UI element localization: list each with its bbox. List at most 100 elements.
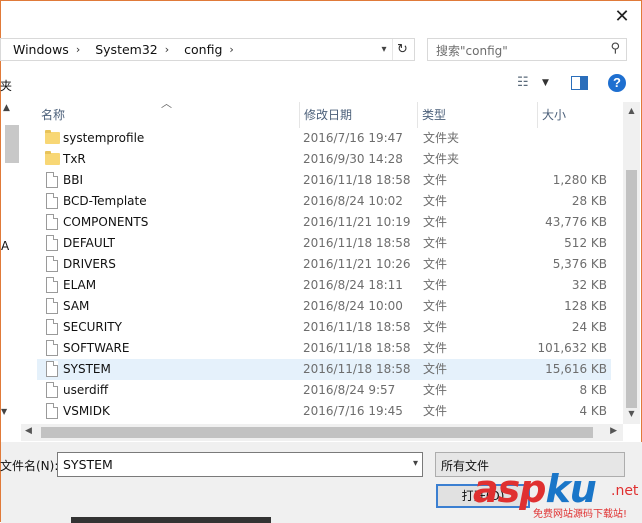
file-name: DEFAULT — [63, 236, 115, 250]
file-type: 文件 — [423, 320, 448, 334]
file-row[interactable]: DRIVERS 2016/11/21 10:26 文件 5,376 KB — [37, 254, 611, 275]
file-row[interactable]: SAM 2016/8/24 10:00 文件 128 KB — [37, 296, 611, 317]
file-name: SOFTWARE — [63, 341, 130, 355]
file-name: TxR — [63, 152, 86, 166]
file-size: 512 KB — [564, 236, 607, 250]
file-name: SYSTEM — [63, 362, 111, 376]
chevron-right-icon[interactable]: › — [162, 43, 172, 56]
file-icon — [46, 235, 58, 251]
file-date: 2016/8/24 10:00 — [303, 299, 403, 313]
file-row[interactable]: ELAM 2016/8/24 18:11 文件 32 KB — [37, 275, 611, 296]
scroll-down-icon[interactable]: ▼ — [623, 409, 640, 418]
file-row[interactable]: userdiff 2016/8/24 9:57 文件 8 KB — [37, 380, 611, 401]
search-icon[interactable]: ⚲ — [610, 41, 620, 56]
address-bar[interactable]: Windows › System32 › config › ▾ ↻ — [0, 38, 415, 61]
nav-scroll-down-icon[interactable]: ▼ — [1, 407, 7, 416]
file-date: 2016/8/24 9:57 — [303, 383, 396, 397]
file-row[interactable]: SOFTWARE 2016/11/18 18:58 文件 101,632 KB — [37, 338, 611, 359]
nav-item-fragment[interactable]: A — [1, 239, 9, 253]
file-icon — [46, 340, 58, 356]
file-size: 4 KB — [579, 404, 607, 418]
file-icon — [46, 319, 58, 335]
vertical-scrollbar-thumb[interactable] — [626, 170, 637, 408]
close-icon[interactable]: ✕ — [609, 5, 635, 29]
background-window-edge — [71, 517, 271, 523]
scroll-up-icon[interactable]: ▲ — [623, 106, 640, 115]
folder-row[interactable]: TxR 2016/9/30 14:28 文件夹 — [37, 149, 611, 170]
column-type[interactable]: 类型 — [417, 102, 537, 128]
folder-icon — [45, 130, 60, 144]
file-icon — [46, 277, 58, 293]
file-date: 2016/11/18 18:58 — [303, 236, 411, 250]
toolbar-new-folder-fragment[interactable]: 夹 — [0, 77, 12, 94]
file-list: ︿ 名称 修改日期 类型 大小 systemprofile 2016/7/16 1… — [21, 102, 623, 424]
file-type: 文件 — [423, 299, 448, 313]
chevron-right-icon[interactable]: › — [73, 43, 83, 56]
file-name: ELAM — [63, 278, 97, 292]
chevron-down-icon[interactable]: ▾ — [376, 39, 392, 60]
file-date: 2016/11/21 10:26 — [303, 257, 411, 271]
folder-row[interactable]: systemprofile 2016/7/16 19:47 文件夹 — [37, 128, 611, 149]
watermark-logo: aspku .net 免费网站源码下载站! — [473, 467, 642, 523]
file-name: SAM — [63, 299, 90, 313]
file-name: userdiff — [63, 383, 109, 397]
file-row[interactable]: SECURITY 2016/11/18 18:58 文件 24 KB — [37, 317, 611, 338]
file-icon — [46, 214, 58, 230]
breadcrumb: Windows › System32 › config › — [1, 39, 237, 60]
column-size[interactable]: 大小 — [537, 102, 623, 128]
file-row[interactable]: BBI 2016/11/18 18:58 文件 1,280 KB — [37, 170, 611, 191]
column-name[interactable]: 名称 — [37, 102, 299, 128]
file-row[interactable]: BCD-Template 2016/8/24 10:02 文件 28 KB — [37, 191, 611, 212]
file-icon — [46, 298, 58, 314]
chevron-down-icon[interactable]: ▼ — [542, 78, 549, 88]
view-options-icon[interactable]: ☷ — [517, 75, 529, 90]
breadcrumb-system32[interactable]: System32 — [83, 42, 162, 57]
file-name: BBI — [63, 173, 84, 187]
file-row[interactable]: DEFAULT 2016/11/18 18:58 文件 512 KB — [37, 233, 611, 254]
file-date: 2016/11/18 18:58 — [303, 320, 411, 334]
help-icon[interactable]: ? — [608, 74, 626, 92]
scroll-right-icon[interactable]: ▶ — [610, 426, 617, 436]
file-name: BCD-Template — [63, 194, 147, 208]
filename-input[interactable]: SYSTEM ▾ — [57, 452, 423, 477]
file-type: 文件 — [423, 362, 448, 376]
nav-scroll-up-icon[interactable]: ▲ — [3, 103, 10, 113]
file-open-dialog: ✕ Windows › System32 › config › ▾ ↻ 搜索"c… — [0, 0, 642, 523]
horizontal-scrollbar[interactable]: ◀ ▶ — [21, 424, 623, 441]
file-name: VSMIDK — [63, 404, 110, 418]
file-date: 2016/9/30 14:28 — [303, 152, 403, 166]
refresh-icon[interactable]: ↻ — [392, 39, 412, 60]
file-icon — [46, 193, 58, 209]
watermark-net: .net — [611, 483, 639, 499]
file-date: 2016/7/16 19:45 — [303, 404, 403, 418]
chevron-down-icon[interactable]: ▾ — [413, 458, 418, 469]
file-size: 15,616 KB — [545, 362, 607, 376]
horizontal-scrollbar-thumb[interactable] — [41, 427, 593, 438]
file-type: 文件 — [423, 257, 448, 271]
breadcrumb-windows[interactable]: Windows — [1, 42, 73, 57]
file-date: 2016/8/24 18:11 — [303, 278, 403, 292]
nav-scrollbar-thumb[interactable] — [5, 125, 19, 163]
file-name: COMPONENTS — [63, 215, 149, 229]
file-size: 28 KB — [571, 194, 607, 208]
file-type: 文件 — [423, 215, 448, 229]
search-input[interactable]: 搜索"config" ⚲ — [427, 38, 627, 61]
file-date: 2016/7/16 19:47 — [303, 131, 403, 145]
vertical-scrollbar[interactable]: ▲ ▼ — [623, 102, 640, 424]
file-row[interactable]: SYSTEM 2016/11/18 18:58 文件 15,616 KB — [37, 359, 611, 380]
file-type: 文件 — [423, 236, 448, 250]
file-type: 文件 — [423, 341, 448, 355]
file-row[interactable]: COMPONENTS 2016/11/21 10:19 文件 43,776 KB — [37, 212, 611, 233]
file-size: 8 KB — [579, 383, 607, 397]
breadcrumb-config[interactable]: config — [172, 42, 226, 57]
column-date[interactable]: 修改日期 — [299, 102, 417, 128]
chevron-right-icon[interactable]: › — [226, 43, 236, 56]
scroll-left-icon[interactable]: ◀ — [25, 426, 32, 436]
file-name: DRIVERS — [63, 257, 116, 271]
filename-label: 文件名(N): — [0, 459, 59, 473]
watermark-subtitle: 免费网站源码下载站! — [533, 509, 628, 520]
file-date: 2016/11/18 18:58 — [303, 341, 411, 355]
file-row[interactable]: VSMIDK 2016/7/16 19:45 文件 4 KB — [37, 401, 611, 422]
file-date: 2016/11/18 18:58 — [303, 362, 411, 376]
preview-pane-icon[interactable] — [571, 76, 588, 90]
